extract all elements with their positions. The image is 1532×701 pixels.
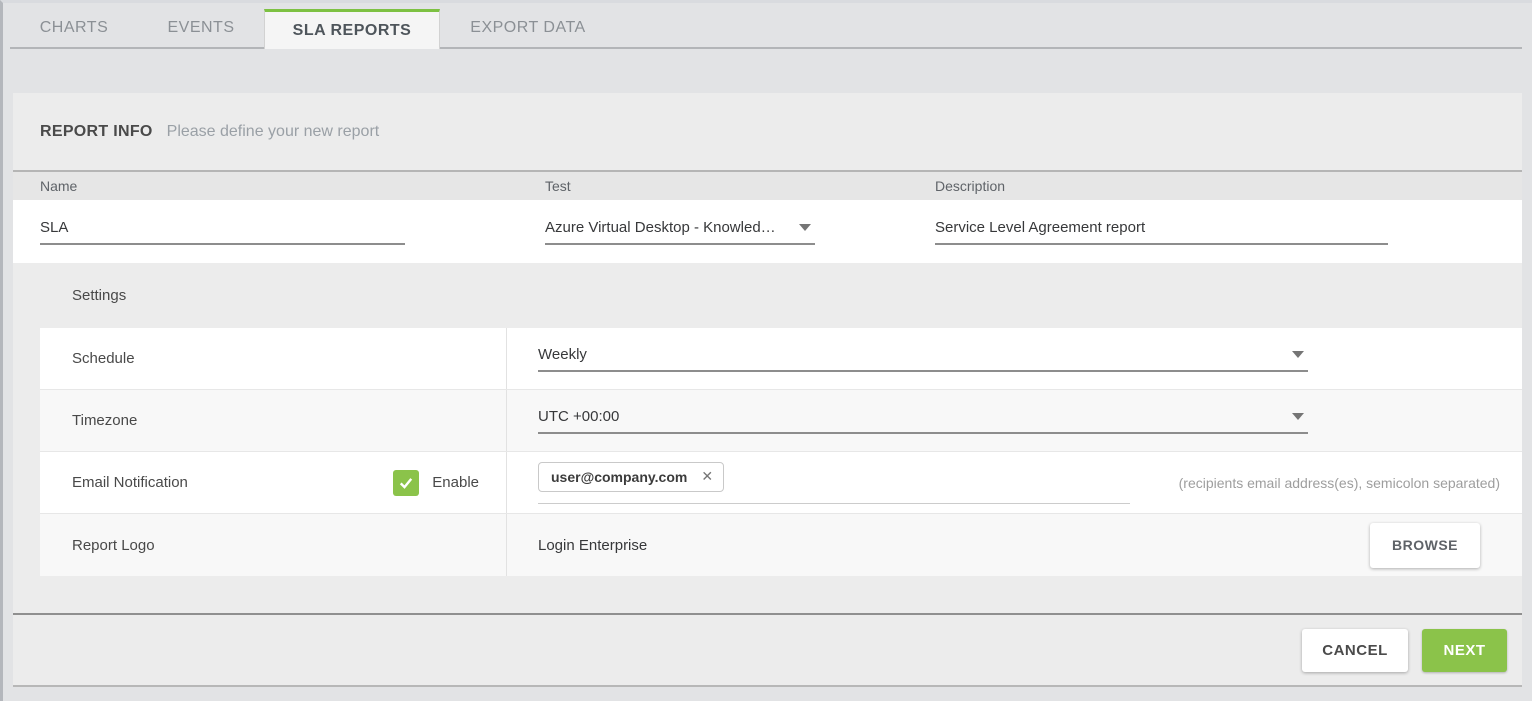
tab-export-data[interactable]: EXPORT DATA — [440, 9, 616, 47]
cancel-button[interactable]: CANCEL — [1302, 629, 1408, 672]
report-logo-row: Report Logo Login Enterprise BROWSE — [40, 514, 1522, 576]
fields-row: SLA Azure Virtual Desktop - Knowled… Ser… — [13, 200, 1522, 263]
checkmark-icon — [397, 474, 415, 492]
email-chip-text: user@company.com — [551, 469, 687, 485]
card-bottom-padding — [13, 576, 1522, 613]
schedule-label: Schedule — [40, 328, 507, 389]
browse-button[interactable]: BROWSE — [1370, 523, 1480, 568]
chevron-down-icon — [1292, 351, 1304, 358]
tab-sla-reports[interactable]: SLA REPORTS — [264, 9, 440, 49]
schedule-select[interactable]: Weekly — [538, 346, 1308, 372]
card-header: REPORT INFO Please define your new repor… — [13, 93, 1522, 170]
report-logo-label: Report Logo — [40, 514, 507, 576]
schedule-row: Schedule Weekly — [40, 328, 1522, 390]
email-notification-label: Email Notification — [72, 474, 188, 491]
chevron-down-icon — [799, 224, 811, 231]
email-enable-group: Enable — [393, 470, 479, 496]
name-label: Name — [40, 178, 545, 194]
test-label: Test — [545, 178, 935, 194]
email-notification-row: Email Notification Enable user@company.c… — [40, 452, 1522, 514]
tab-charts[interactable]: CHARTS — [10, 9, 138, 47]
settings-title: Settings — [72, 287, 126, 304]
name-input[interactable]: SLA — [40, 219, 405, 245]
timezone-select-value: UTC +00:00 — [538, 408, 619, 425]
chevron-down-icon — [1292, 413, 1304, 420]
footer-actions: CANCEL NEXT — [13, 615, 1522, 687]
timezone-select[interactable]: UTC +00:00 — [538, 408, 1308, 434]
email-enable-checkbox[interactable] — [393, 470, 419, 496]
report-info-card: REPORT INFO Please define your new repor… — [13, 93, 1522, 613]
tab-bar: CHARTS EVENTS SLA REPORTS EXPORT DATA — [10, 3, 1522, 49]
timezone-row: Timezone UTC +00:00 — [40, 390, 1522, 452]
test-select[interactable]: Azure Virtual Desktop - Knowled… — [545, 219, 815, 245]
description-label: Description — [935, 178, 1522, 194]
description-input[interactable]: Service Level Agreement report — [935, 219, 1388, 245]
email-hint-text: (recipients email address(es), semicolon… — [1179, 475, 1500, 491]
remove-email-icon[interactable]: ✕ — [701, 468, 713, 485]
field-labels-row: Name Test Description — [13, 170, 1522, 200]
report-logo-value: Login Enterprise — [538, 537, 647, 554]
page-title: REPORT INFO — [40, 123, 153, 141]
test-select-value: Azure Virtual Desktop - Knowled… — [545, 219, 776, 236]
settings-table: Schedule Weekly Timezone UTC +00:00 Emai… — [40, 328, 1522, 576]
page-subtitle: Please define your new report — [167, 123, 380, 141]
email-recipients-input[interactable]: user@company.com ✕ — [538, 462, 1130, 504]
email-chip: user@company.com ✕ — [538, 462, 724, 492]
timezone-label: Timezone — [40, 390, 507, 451]
tab-events[interactable]: EVENTS — [138, 9, 264, 47]
schedule-select-value: Weekly — [538, 346, 587, 363]
settings-section-header: Settings — [13, 263, 1522, 328]
email-enable-label: Enable — [432, 474, 479, 491]
next-button[interactable]: NEXT — [1422, 629, 1507, 672]
